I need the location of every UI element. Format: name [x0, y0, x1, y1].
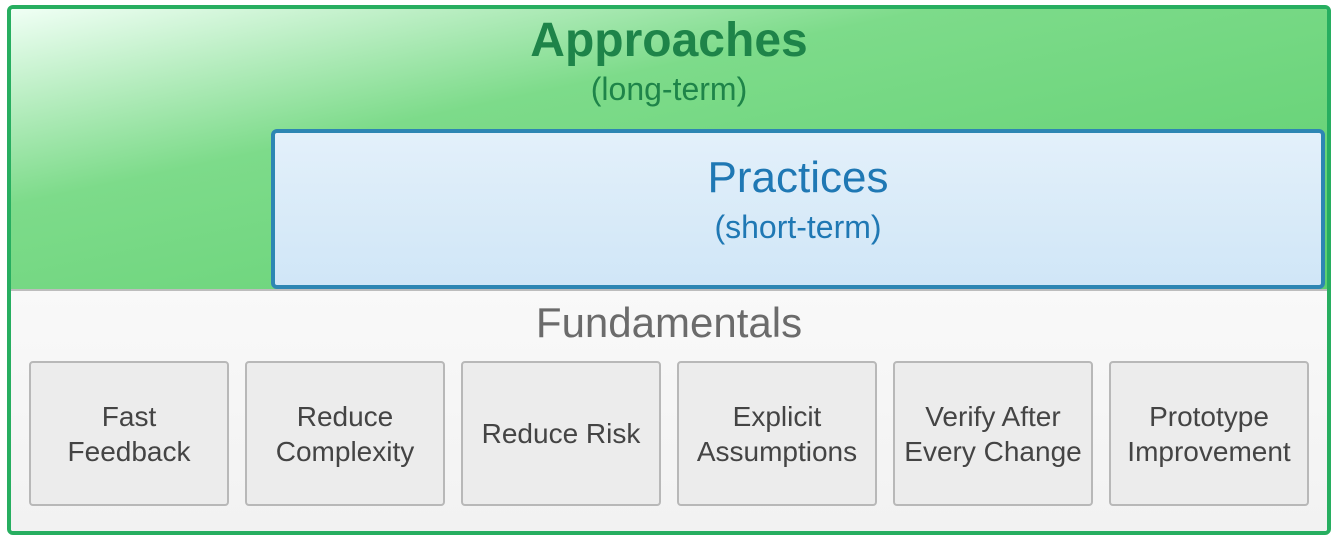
approaches-subtitle: (long-term) — [11, 71, 1327, 108]
card-explicit-assumptions: Explicit Assumptions — [677, 361, 877, 506]
fundamentals-title: Fundamentals — [11, 299, 1327, 347]
card-verify-after-change: Verify After Every Change — [893, 361, 1093, 506]
practices-subtitle: (short-term) — [275, 209, 1321, 246]
practices-layer: Practices (short-term) — [271, 129, 1325, 289]
diagram-container: Approaches (long-term) Practices (short-… — [7, 5, 1331, 535]
card-fast-feedback: Fast Feedback — [29, 361, 229, 506]
fundamentals-cards: Fast Feedback Reduce Complexity Reduce R… — [11, 361, 1327, 506]
practices-title: Practices — [275, 153, 1321, 203]
card-reduce-risk: Reduce Risk — [461, 361, 661, 506]
fundamentals-layer: Fundamentals Fast Feedback Reduce Comple… — [11, 289, 1327, 531]
approaches-title: Approaches — [11, 13, 1327, 68]
card-prototype-improvement: Prototype Improvement — [1109, 361, 1309, 506]
card-reduce-complexity: Reduce Complexity — [245, 361, 445, 506]
